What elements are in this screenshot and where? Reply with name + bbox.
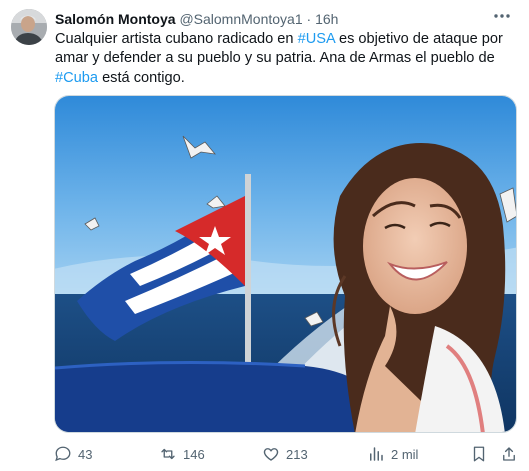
author-handle[interactable]: @SalomnMontoya1 bbox=[179, 11, 302, 27]
retweet-count: 146 bbox=[183, 446, 205, 462]
author-name[interactable]: Salomón Montoya bbox=[55, 11, 176, 27]
reply-count: 43 bbox=[78, 446, 93, 462]
more-icon bbox=[494, 14, 510, 18]
like-button[interactable]: 213 bbox=[262, 443, 308, 465]
like-count: 213 bbox=[286, 446, 308, 462]
share-icon bbox=[503, 447, 515, 461]
share-button[interactable] bbox=[500, 443, 518, 465]
hashtag-usa[interactable]: #USA bbox=[298, 31, 335, 47]
avatar-image bbox=[11, 9, 47, 45]
tweet[interactable]: Salomón Montoya @SalomnMontoya1 · 16h Cu… bbox=[0, 0, 529, 471]
views-icon bbox=[370, 447, 383, 461]
tweet-text-part: Cualquier artista cubano radicado en bbox=[55, 31, 298, 47]
separator-dot: · bbox=[306, 11, 312, 27]
avatar[interactable] bbox=[11, 9, 47, 45]
retweet-icon bbox=[161, 448, 175, 460]
hashtag-cuba[interactable]: #Cuba bbox=[55, 70, 98, 86]
like-icon bbox=[263, 448, 279, 461]
views-button[interactable]: 2 mil bbox=[367, 443, 418, 465]
bookmark-icon bbox=[473, 446, 485, 462]
bookmark-button[interactable] bbox=[470, 443, 488, 465]
tweet-header: Salomón Montoya @SalomnMontoya1 · 16h bbox=[55, 10, 338, 28]
retweet-button[interactable]: 146 bbox=[159, 443, 205, 465]
tweet-text: Cualquier artista cubano radicado en #US… bbox=[55, 30, 517, 88]
reply-icon bbox=[55, 446, 71, 462]
reply-button[interactable]: 43 bbox=[54, 443, 92, 465]
views-count: 2 mil bbox=[391, 446, 419, 462]
more-button[interactable] bbox=[489, 6, 515, 26]
tweet-text-part: está contigo. bbox=[98, 69, 185, 86]
action-bar: 43 146 213 2 mil bbox=[0, 443, 529, 467]
tweet-photo[interactable] bbox=[54, 95, 517, 433]
timestamp[interactable]: 16h bbox=[315, 11, 338, 27]
photo-illustration bbox=[55, 96, 516, 432]
